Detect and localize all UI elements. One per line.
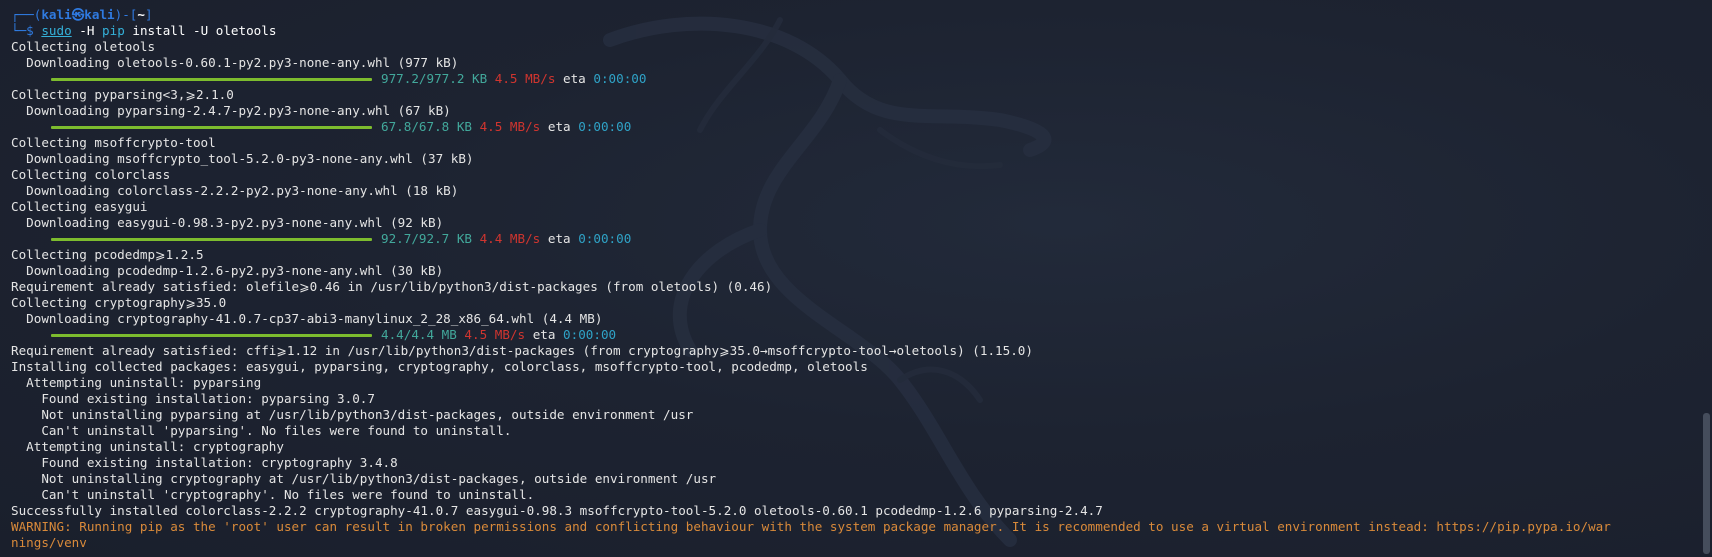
prompt-at-symbol: ㉿ xyxy=(71,7,85,22)
output-line: Collecting cryptography⩾35.0 xyxy=(11,295,227,310)
progress-eta-label: eta xyxy=(547,231,571,246)
output-line: Successfully installed colorclass-2.2.2 … xyxy=(11,503,1103,518)
progress-bar xyxy=(51,237,372,241)
progress-size: 977.2/977.2 KB xyxy=(381,71,488,86)
output-line: Requirement already satisfied: cffi⩾1.12… xyxy=(11,343,1033,358)
progress-bar xyxy=(51,77,372,81)
progress-speed: 4.5 MB/s xyxy=(479,119,541,134)
output-line: Found existing installation: cryptograph… xyxy=(11,455,398,470)
progress-eta-label: eta xyxy=(532,327,556,342)
progress-line: 977.2/977.2 KB 4.5 MB/s eta 0:00:00 xyxy=(11,71,1692,87)
output-line: Collecting pyparsing<3,⩾2.1.0 xyxy=(11,87,234,102)
progress-line: 67.8/67.8 KB 4.5 MB/s eta 0:00:00 xyxy=(11,119,1692,135)
progress-size: 92.7/92.7 KB xyxy=(381,231,472,246)
prompt-frame-bottom: └─ xyxy=(11,23,27,38)
command-sudo: sudo xyxy=(41,23,72,38)
progress-eta: 0:00:00 xyxy=(578,231,632,246)
output-line: Installing collected packages: easygui, … xyxy=(11,359,868,374)
progress-line: 92.7/92.7 KB 4.4 MB/s eta 0:00:00 xyxy=(11,231,1692,247)
command-pip: pip xyxy=(102,23,125,38)
output-line: Collecting colorclass xyxy=(11,167,171,182)
output-line: Downloading pyparsing-2.4.7-py2.py3-none… xyxy=(11,103,451,118)
progress-speed: 4.4 MB/s xyxy=(479,231,541,246)
output-line: Collecting oletools xyxy=(11,39,156,54)
prompt-line-top: ┌──(kali㉿kali)-[~] xyxy=(11,7,1692,23)
progress-bar xyxy=(51,125,372,129)
progress-eta: 0:00:00 xyxy=(593,71,647,86)
progress-eta: 0:00:00 xyxy=(578,119,632,134)
output-line: Collecting pcodedmp⩾1.2.5 xyxy=(11,247,204,262)
command-line[interactable]: └─$ sudo -H pip install -U oletools xyxy=(11,23,1692,39)
command-args: install -U oletools xyxy=(124,23,277,38)
command-flag: -H xyxy=(71,23,103,38)
output-line: Can't uninstall 'pyparsing'. No files we… xyxy=(11,423,512,438)
warning-line: WARNING: Running pip as the 'root' user … xyxy=(11,519,1611,534)
output-line: Downloading easygui-0.98.3-py2.py3-none-… xyxy=(11,215,444,230)
progress-size: 4.4/4.4 MB xyxy=(381,327,457,342)
prompt-dollar: $ xyxy=(26,23,42,38)
output-line: Downloading cryptography-41.0.7-cp37-abi… xyxy=(11,311,603,326)
output-line: Attempting uninstall: cryptography xyxy=(11,439,284,454)
progress-speed: 4.5 MB/s xyxy=(494,71,556,86)
output-line: Attempting uninstall: pyparsing xyxy=(11,375,262,390)
progress-eta-label: eta xyxy=(563,71,586,86)
prompt-frame-end: ] xyxy=(144,7,153,22)
output-line: Downloading colorclass-2.2.2-py2.py3-non… xyxy=(11,183,459,198)
output-line: Not uninstalling cryptography at /usr/li… xyxy=(11,471,717,486)
prompt-user: kali xyxy=(41,7,72,22)
progress-line: 4.4/4.4 MB 4.5 MB/s eta 0:00:00 xyxy=(11,327,1692,343)
prompt-frame-mid: )-[ xyxy=(114,7,138,22)
progress-speed: 4.5 MB/s xyxy=(464,327,526,342)
warning-line: nings/venv xyxy=(11,535,87,550)
output-line: Not uninstalling pyparsing at /usr/lib/p… xyxy=(11,407,694,422)
output-line: Collecting msoffcrypto-tool xyxy=(11,135,216,150)
progress-size: 67.8/67.8 KB xyxy=(381,119,472,134)
output-line: Downloading pcodedmp-1.2.6-py2.py3-none-… xyxy=(11,263,444,278)
prompt-host: kali xyxy=(84,7,115,22)
terminal-output: ┌──(kali㉿kali)-[~] └─$ sudo -H pip insta… xyxy=(11,7,1692,551)
output-line: Found existing installation: pyparsing 3… xyxy=(11,391,375,406)
progress-eta: 0:00:00 xyxy=(563,327,617,342)
progress-eta-label: eta xyxy=(547,119,571,134)
output-line: Can't uninstall 'cryptography'. No files… xyxy=(11,487,535,502)
output-line: Downloading msoffcrypto_tool-5.2.0-py3-n… xyxy=(11,151,474,166)
progress-bar xyxy=(51,333,372,337)
output-line: Requirement already satisfied: olefile⩾0… xyxy=(11,279,773,294)
output-line: Downloading oletools-0.60.1-py2.py3-none… xyxy=(11,55,459,70)
scrollbar-thumb[interactable] xyxy=(1703,413,1710,554)
output-line: Collecting easygui xyxy=(11,199,148,214)
prompt-frame: ┌──( xyxy=(11,7,42,22)
terminal-window[interactable]: ┌──(kali㉿kali)-[~] └─$ sudo -H pip insta… xyxy=(0,0,1712,557)
prompt-cwd: ~ xyxy=(137,7,145,22)
